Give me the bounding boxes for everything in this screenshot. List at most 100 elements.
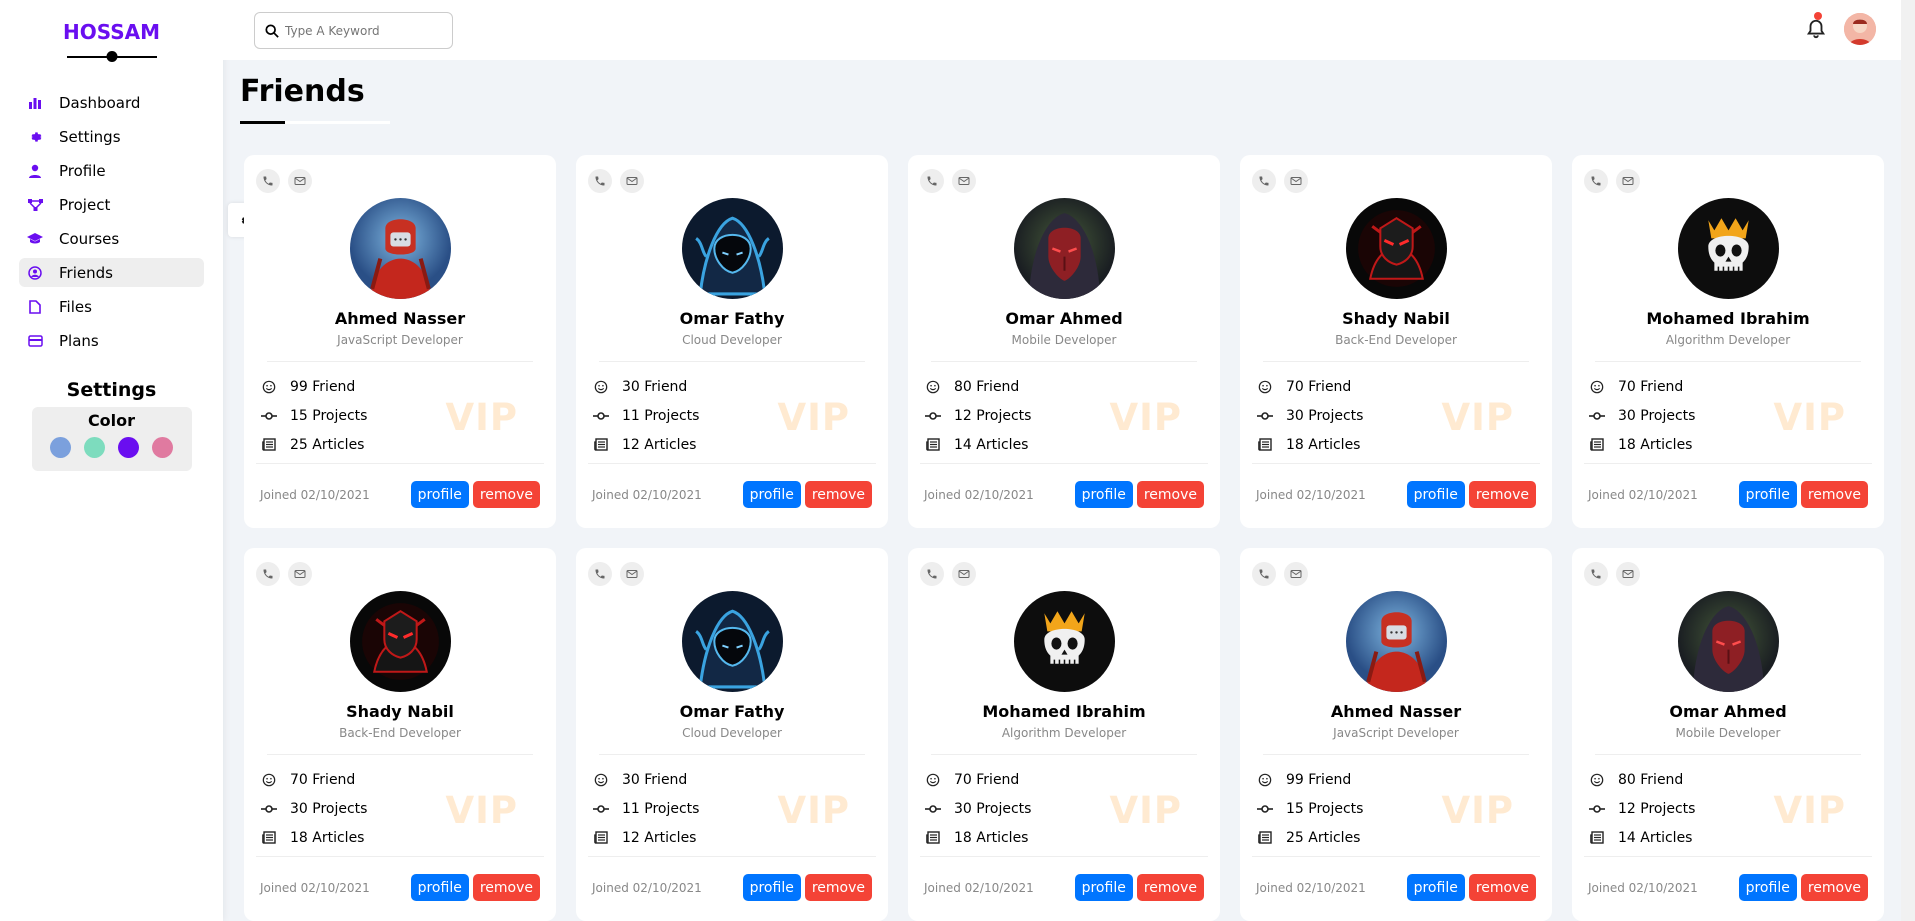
commit-icon (592, 411, 610, 421)
friend-name: Omar Fathy (679, 309, 785, 328)
divider (256, 856, 544, 857)
color-label: Color (87, 411, 136, 430)
search-icon (265, 23, 279, 38)
mail-icon[interactable] (288, 562, 312, 586)
remove-button[interactable]: remove (1800, 481, 1868, 508)
friend-job: Mobile Developer (1675, 726, 1781, 740)
profile-button[interactable]: profile (1074, 874, 1133, 901)
mail-icon[interactable] (1616, 169, 1640, 193)
newspaper-icon (592, 831, 610, 844)
mail-icon[interactable] (952, 169, 976, 193)
newspaper-icon (1588, 438, 1606, 451)
friend-name: Ahmed Nasser (1330, 702, 1462, 721)
card-buttons: profile remove (1074, 874, 1204, 901)
mail-icon[interactable] (1284, 562, 1308, 586)
remove-button[interactable]: remove (804, 481, 872, 508)
friend-card: Mohamed Ibrahim Algorithm Developer 70 F… (908, 548, 1220, 921)
sidebar-item-plans[interactable]: Plans (19, 326, 204, 355)
friend-stats: 70 Friend 30 Projects 18 Articles VIP (1584, 362, 1872, 459)
card-buttons: profile remove (410, 874, 540, 901)
remove-button[interactable]: remove (804, 874, 872, 901)
friends-count-text: 70 Friend (290, 771, 356, 788)
sidebar-item-files[interactable]: Files (19, 292, 204, 321)
friend-stats: 99 Friend 15 Projects 25 Articles VIP (1252, 755, 1540, 852)
sidebar-item-settings[interactable]: Settings (19, 122, 204, 151)
contact-actions (920, 169, 1208, 193)
joined-date: Joined 02/10/2021 (260, 487, 370, 502)
mail-icon[interactable] (620, 169, 644, 193)
smile-icon (924, 380, 942, 394)
color-swatch[interactable] (118, 437, 139, 458)
phone-icon[interactable] (588, 169, 612, 193)
friend-name: Shady Nabil (1342, 309, 1450, 328)
profile-button[interactable]: profile (1738, 481, 1797, 508)
search-input[interactable] (285, 23, 445, 38)
profile-button[interactable]: profile (1738, 874, 1797, 901)
gear-icon (27, 129, 43, 145)
mail-icon[interactable] (1284, 169, 1308, 193)
articles-count-text: 18 Articles (1618, 436, 1693, 453)
phone-icon[interactable] (1584, 169, 1608, 193)
friends-count-text: 70 Friend (1618, 378, 1684, 395)
profile-button[interactable]: profile (742, 481, 801, 508)
card-footer: Joined 02/10/2021 profile remove (920, 874, 1208, 901)
phone-icon[interactable] (1252, 562, 1276, 586)
sidebar-item-project[interactable]: Project (19, 190, 204, 219)
skull-crown-avatar (1013, 591, 1115, 692)
articles-count-text: 25 Articles (290, 436, 365, 453)
friend-job: Algorithm Developer (1001, 726, 1127, 740)
sidebar-item-friends[interactable]: Friends (19, 258, 204, 287)
newspaper-icon (260, 831, 278, 844)
remove-button[interactable]: remove (472, 481, 540, 508)
mail-icon[interactable] (620, 562, 644, 586)
remove-button[interactable]: remove (1468, 481, 1536, 508)
mail-icon[interactable] (952, 562, 976, 586)
sidebar-item-label: Courses (59, 229, 120, 248)
commit-icon (260, 804, 278, 814)
card-footer: Joined 02/10/2021 profile remove (1252, 874, 1540, 901)
search-box[interactable] (254, 12, 453, 49)
color-swatch[interactable] (50, 437, 71, 458)
color-swatch[interactable] (84, 437, 105, 458)
projects-count-text: 15 Projects (290, 407, 368, 424)
remove-button[interactable]: remove (1800, 874, 1868, 901)
profile-button[interactable]: profile (410, 874, 469, 901)
profile-button[interactable]: profile (1406, 874, 1465, 901)
phone-icon[interactable] (256, 169, 280, 193)
settings-panel-title: Settings (66, 379, 157, 401)
commit-icon (260, 411, 278, 421)
sidebar-item-courses[interactable]: Courses (19, 224, 204, 253)
friend-card: Shady Nabil Back-End Developer 70 Friend… (244, 548, 556, 921)
remove-button[interactable]: remove (1468, 874, 1536, 901)
sidebar-item-dashboard[interactable]: Dashboard (19, 88, 204, 117)
remove-button[interactable]: remove (1136, 481, 1204, 508)
phone-icon[interactable] (1584, 562, 1608, 586)
profile-button[interactable]: profile (1074, 481, 1133, 508)
phone-icon[interactable] (920, 562, 944, 586)
color-swatch[interactable] (152, 437, 173, 458)
profile-button[interactable]: profile (1406, 481, 1465, 508)
brand-logo: HOSSAM (62, 20, 161, 44)
mail-icon[interactable] (288, 169, 312, 193)
phone-icon[interactable] (1252, 169, 1276, 193)
phone-icon[interactable] (588, 562, 612, 586)
friend-name: Mohamed Ibrahim (1646, 309, 1810, 328)
bell-icon[interactable] (1805, 18, 1827, 40)
sidebar-item-profile[interactable]: Profile (19, 156, 204, 185)
contact-actions (256, 169, 544, 193)
divider (588, 856, 876, 857)
friend-stats: 80 Friend 12 Projects 14 Articles VIP (1584, 755, 1872, 852)
remove-button[interactable]: remove (472, 874, 540, 901)
commit-icon (1588, 411, 1606, 421)
remove-button[interactable]: remove (1136, 874, 1204, 901)
phone-icon[interactable] (256, 562, 280, 586)
page-scrollbar[interactable] (1901, 0, 1915, 921)
divider (1584, 856, 1872, 857)
sidebar-item-label: Settings (59, 127, 121, 146)
profile-button[interactable]: profile (742, 874, 801, 901)
profile-button[interactable]: profile (410, 481, 469, 508)
user-avatar[interactable] (1844, 13, 1876, 45)
page-title: Friends (240, 74, 365, 109)
phone-icon[interactable] (920, 169, 944, 193)
mail-icon[interactable] (1616, 562, 1640, 586)
